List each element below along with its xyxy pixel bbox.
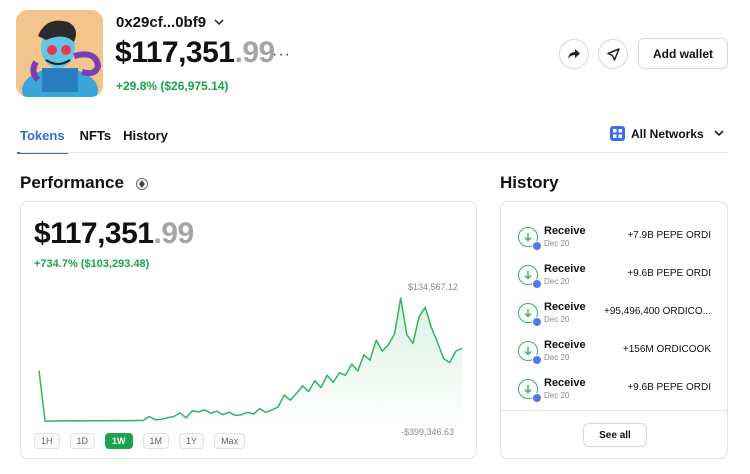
chart-max-label: $134,567.12 xyxy=(408,282,459,292)
chevron-down-icon xyxy=(714,130,724,137)
performance-chart xyxy=(38,297,463,428)
send-button[interactable] xyxy=(598,39,628,69)
tab-tokens[interactable]: Tokens xyxy=(17,128,68,154)
tabs-divider xyxy=(20,152,728,153)
info-icon[interactable] xyxy=(136,178,148,190)
tab-bar: Tokens NFTs History xyxy=(17,128,168,154)
tab-history[interactable]: History xyxy=(123,128,168,154)
balance-decimal: .99 xyxy=(234,36,275,69)
performance-card: $117,351.99 +734.7% ($103,293.48) $134,5… xyxy=(20,201,477,459)
see-all-button[interactable]: See all xyxy=(583,423,647,447)
chain-badge-icon xyxy=(532,241,542,251)
history-date: Dec 20 xyxy=(544,353,570,362)
range-1y[interactable]: 1Y xyxy=(179,433,205,449)
history-amount: +9.6B PEPE ORDI xyxy=(627,382,711,393)
more-options-icon[interactable]: ··· xyxy=(272,46,291,64)
receive-icon xyxy=(518,303,542,327)
history-type: Receive xyxy=(544,339,586,351)
chevron-down-icon xyxy=(214,19,224,26)
history-card: Receive Dec 20 +7.9B PEPE ORDI Receive D… xyxy=(500,201,728,459)
performance-title: Performance xyxy=(20,173,124,192)
receive-icon xyxy=(518,379,542,403)
add-wallet-button[interactable]: Add wallet xyxy=(638,38,728,69)
history-item[interactable]: Receive Dec 20 +9.6B PEPE ORDI xyxy=(501,373,729,409)
chart-area xyxy=(39,298,462,428)
networks-icon xyxy=(610,126,625,141)
networks-label: All Networks xyxy=(631,126,704,141)
wallet-avatar xyxy=(16,10,103,97)
history-amount: +7.9B PEPE ORDI xyxy=(627,230,711,241)
history-item[interactable]: Receive Dec 20 +9.6B PEPE ORDI xyxy=(501,259,729,295)
history-amount: +9.6B PEPE ORDI xyxy=(627,268,711,279)
history-item[interactable]: Receive Dec 20 +95,496,400 ORDICO... xyxy=(501,297,729,333)
receive-icon xyxy=(518,341,542,365)
range-1w[interactable]: 1W xyxy=(105,433,133,449)
chain-badge-icon xyxy=(532,393,542,403)
history-item[interactable]: Receive Dec 20 +156M ORDICOOK xyxy=(501,335,729,371)
wallet-balance: $117,351.99 xyxy=(115,36,275,70)
range-max[interactable]: Max xyxy=(214,433,246,449)
time-range-selector: 1H 1D 1W 1M 1Y Max xyxy=(34,433,246,449)
history-title: History xyxy=(500,173,559,192)
history-divider xyxy=(501,410,727,411)
history-date: Dec 20 xyxy=(544,239,570,248)
history-date: Dec 20 xyxy=(544,315,570,324)
history-item[interactable]: Receive Dec 20 +7.9B PEPE ORDI xyxy=(501,221,729,257)
balance-whole: $117,351 xyxy=(115,36,235,69)
history-date: Dec 20 xyxy=(544,391,570,400)
history-date: Dec 20 xyxy=(544,277,570,286)
tab-nfts[interactable]: NFTs xyxy=(80,128,112,154)
range-1h[interactable]: 1H xyxy=(34,433,60,449)
history-amount: +95,496,400 ORDICO... xyxy=(603,306,711,317)
share-icon xyxy=(568,49,580,59)
range-1d[interactable]: 1D xyxy=(69,433,96,449)
network-selector[interactable]: All Networks xyxy=(610,126,724,141)
history-type: Receive xyxy=(544,377,586,389)
chain-badge-icon xyxy=(532,317,542,327)
chart-min-label: -$399,346.63 xyxy=(401,427,455,437)
send-icon xyxy=(606,47,620,61)
balance-change: +29.8% ($26,975.14) xyxy=(116,79,229,93)
wallet-address: 0x29cf...0bf9 xyxy=(116,14,207,31)
chain-badge-icon xyxy=(532,279,542,289)
history-amount: +156M ORDICOOK xyxy=(622,344,711,355)
share-button[interactable] xyxy=(559,39,589,69)
history-type: Receive xyxy=(544,263,586,275)
receive-icon xyxy=(518,227,542,251)
chain-badge-icon xyxy=(532,355,542,365)
history-type: Receive xyxy=(544,225,586,237)
history-type: Receive xyxy=(544,301,586,313)
wallet-address-selector[interactable]: 0x29cf...0bf9 xyxy=(116,14,224,31)
receive-icon xyxy=(518,265,542,289)
range-1m[interactable]: 1M xyxy=(142,433,170,449)
